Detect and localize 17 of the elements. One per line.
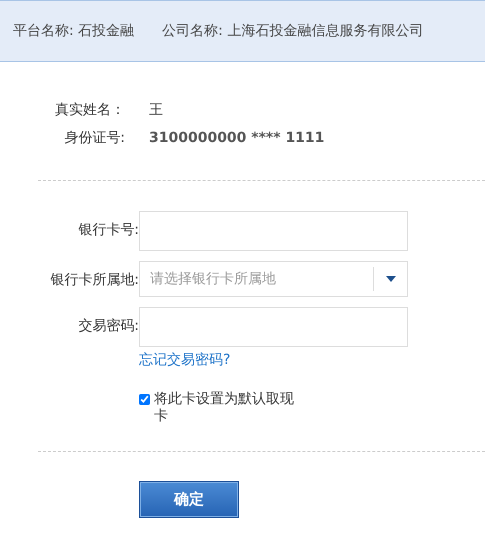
- checkbox-label: 将此卡设置为默认取现卡: [154, 391, 294, 425]
- header-text: 公司名称: 上海石投金融信息服务有限公司: [162, 22, 424, 40]
- field-label: 真实姓名：: [54, 101, 125, 119]
- region-dropdown[interactable]: 请选择银行卡所属地: [139, 261, 408, 297]
- field-label: 银行卡所属地:: [49, 271, 139, 289]
- password-field[interactable]: [139, 307, 408, 347]
- default-card-checkbox[interactable]: [139, 394, 150, 405]
- field-value: 王: [149, 101, 163, 119]
- header-text: 平台名称: 石投金融: [13, 22, 134, 40]
- field-label: 银行卡号:: [77, 221, 139, 239]
- field-label: 身份证号:: [63, 129, 125, 147]
- caret-icon: [386, 276, 396, 282]
- forgot-password-link[interactable]: 忘记交易密码?: [139, 351, 408, 369]
- card-number-field[interactable]: [139, 211, 408, 251]
- field-label: 交易密码:: [77, 317, 139, 335]
- field-value: 3100000000 **** 1111: [149, 130, 324, 146]
- confirm-button[interactable]: 确定: [139, 481, 239, 518]
